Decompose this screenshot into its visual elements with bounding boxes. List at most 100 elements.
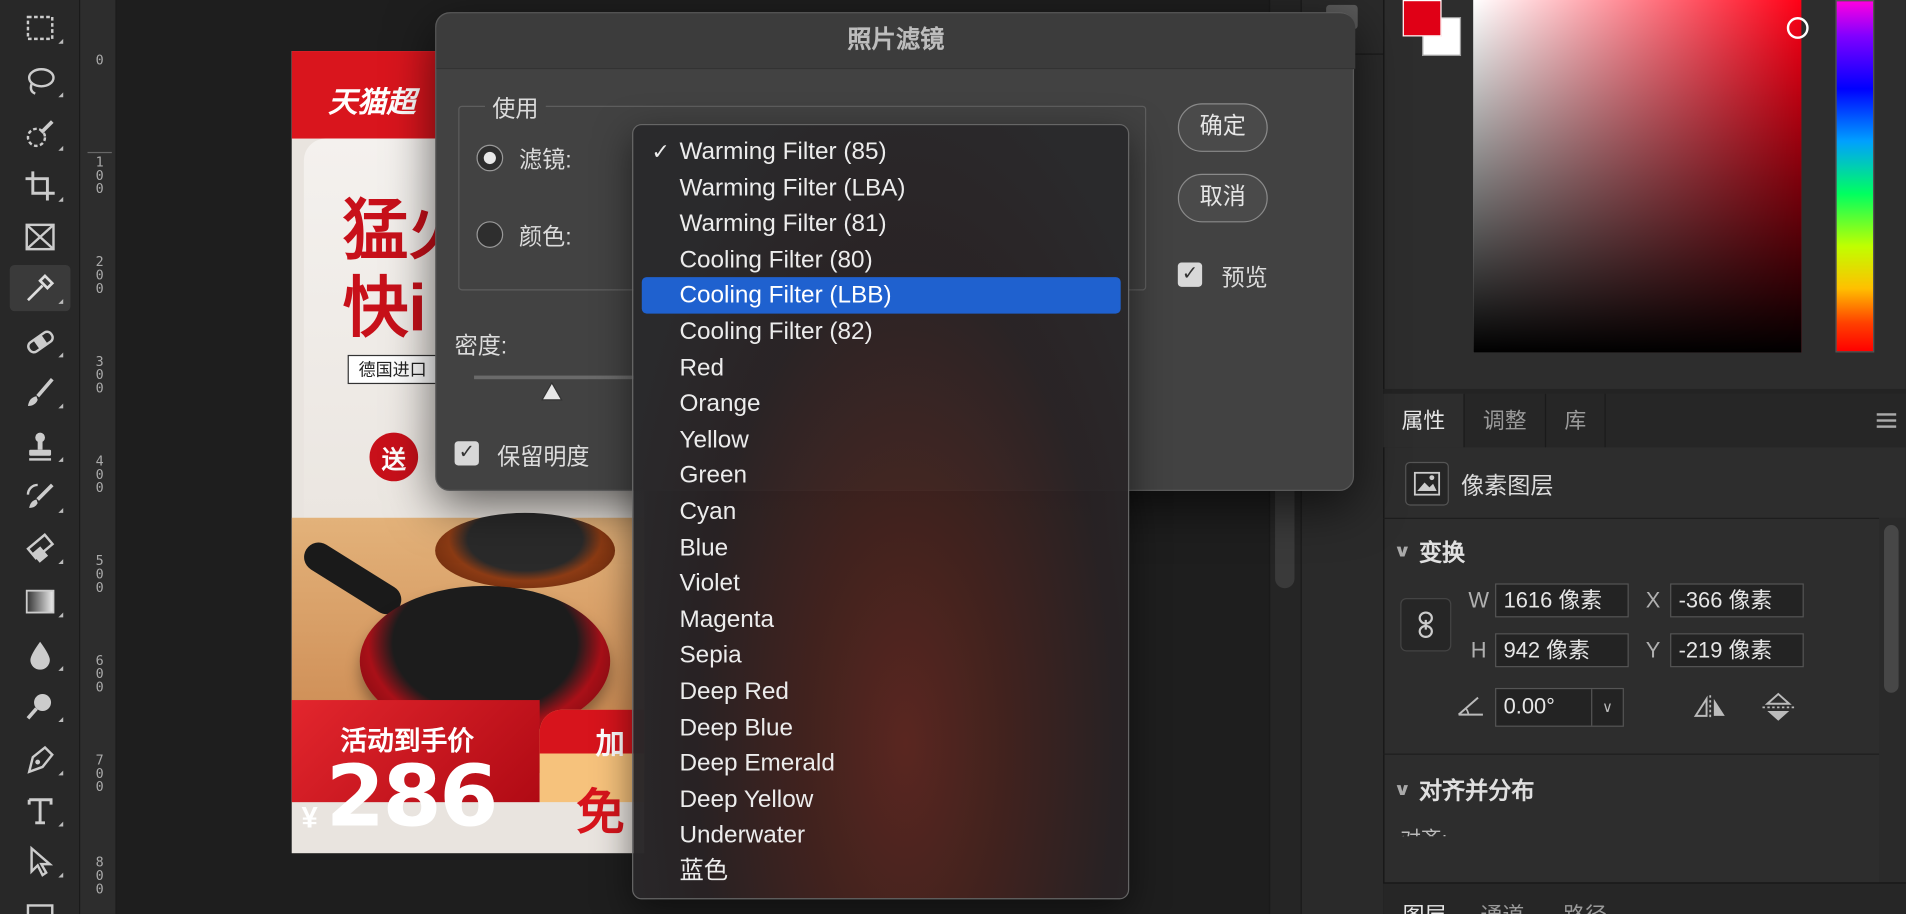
color-field[interactable] (1473, 0, 1809, 353)
foreground-color-swatch[interactable] (1402, 0, 1442, 37)
filter-menu-item-label: Red (679, 354, 725, 382)
ruler-mark: 7 0 0 (95, 752, 104, 795)
eyedropper-tool[interactable] (9, 264, 71, 312)
ok-button[interactable]: 确定 (1177, 103, 1268, 152)
layer-type-row: 像素图层 (1405, 459, 1553, 508)
preview-checkbox[interactable]: ✓ (1177, 262, 1203, 287)
filter-dropdown-menu: ✓ Warming Filter (85) Warming Filter (LBA)… (632, 123, 1130, 900)
dodge-icon (26, 693, 52, 720)
rectangle-tool[interactable] (10, 890, 71, 914)
properties-tabs: 属性 调整 库 (1383, 393, 1906, 448)
filter-menu-item[interactable]: Blue (642, 529, 1121, 565)
type-tool[interactable] (10, 788, 71, 834)
crop-icon (25, 171, 55, 201)
filter-menu-item-label: Underwater (679, 822, 806, 849)
color-radio[interactable] (476, 221, 504, 248)
filter-menu-item[interactable]: Sepia (642, 637, 1121, 673)
align-section-header[interactable]: ∨ 对齐并分布 (1393, 773, 1534, 806)
brand-text: 天猫超 (328, 85, 416, 120)
arrow-cursor-icon (30, 845, 54, 877)
slider-thumb-icon (541, 381, 564, 401)
filter-menu-item[interactable]: Warming Filter (81) (642, 206, 1121, 242)
filter-menu-item[interactable]: ✓ Warming Filter (85) (642, 134, 1121, 170)
panel-menu-icon[interactable] (1876, 413, 1897, 428)
preserve-luminosity-label: 保留明度 (497, 444, 590, 471)
gift-badge: 送 (369, 432, 419, 482)
preserve-luminosity-checkbox[interactable]: ✓ (454, 441, 479, 466)
flip-horizontal-icon[interactable] (1692, 693, 1728, 728)
width-field[interactable]: 1616 像素 (1495, 583, 1629, 618)
height-field[interactable]: 942 像素 (1495, 633, 1629, 668)
filter-menu-item[interactable]: Cooling Filter (82) (642, 314, 1121, 350)
filter-menu-item[interactable]: Green (642, 457, 1121, 493)
filter-menu-item-label: Warming Filter (LBA) (679, 174, 906, 202)
filter-menu-item[interactable]: Warming Filter (LBA) (642, 170, 1121, 206)
y-field[interactable]: -219 像素 (1670, 633, 1804, 668)
gradient-tool[interactable] (10, 579, 71, 625)
use-group-label: 使用 (484, 91, 546, 124)
flip-vertical-icon[interactable] (1760, 690, 1796, 730)
lasso-tool[interactable] (10, 58, 71, 104)
quick-selection-tool[interactable] (10, 112, 71, 158)
filter-menu-item[interactable]: Magenta (642, 601, 1121, 637)
filter-menu-item[interactable]: Deep Yellow (642, 781, 1121, 817)
filter-menu-item[interactable]: Underwater (642, 817, 1121, 853)
join-text: 加 (595, 728, 625, 761)
filter-menu-item[interactable]: Cooling Filter (80) (642, 242, 1121, 278)
eraser-tool[interactable] (10, 525, 71, 571)
filter-menu-item[interactable]: Deep Emerald (642, 745, 1121, 781)
ruler-mark: 5 0 0 (95, 553, 104, 596)
vertical-ruler: 0 1 0 0 2 0 0 3 0 0 4 0 0 5 0 0 6 0 0 7 … (80, 0, 117, 914)
history-brush-tool[interactable] (10, 474, 71, 520)
import-tag: 德国进口 (347, 354, 438, 385)
filter-menu-item[interactable]: Yellow (642, 421, 1121, 457)
filter-menu-item[interactable]: Cooling Filter (LBB) (641, 277, 1121, 315)
properties-scrollbar-thumb[interactable] (1884, 525, 1899, 693)
cancel-button[interactable]: 取消 (1177, 173, 1268, 223)
path-selection-tool[interactable] (10, 839, 71, 885)
clone-stamp-tool[interactable] (10, 423, 71, 469)
brush-tool[interactable] (10, 369, 71, 415)
tab-channels[interactable]: 通道 (1480, 898, 1524, 914)
properties-scrollbar[interactable] (1879, 517, 1906, 883)
pen-tool[interactable] (10, 737, 71, 783)
ruler-mark: 2 0 0 (95, 254, 104, 297)
filter-menu-item-label: Blue (679, 534, 729, 562)
ruler-mark: 4 0 0 (95, 453, 104, 496)
eyedropper-icon (27, 274, 55, 302)
filter-menu-item[interactable]: Cyan (642, 493, 1121, 529)
healing-brush-tool[interactable] (10, 318, 71, 364)
filter-menu-item-label: Cooling Filter (LBB) (679, 282, 892, 310)
rotation-angle-field[interactable]: 0.00° ∨ (1495, 687, 1624, 727)
x-field[interactable]: -366 像素 (1670, 583, 1804, 618)
tab-paths[interactable]: 路径 (1563, 898, 1607, 914)
filter-menu-item-label: Cooling Filter (80) (679, 246, 873, 274)
tab-properties[interactable]: 属性 (1383, 393, 1465, 448)
marquee-icon (26, 15, 54, 41)
tab-adjustments[interactable]: 调整 (1465, 393, 1547, 448)
filter-menu-item[interactable]: Violet (642, 565, 1121, 601)
tab-libraries[interactable]: 库 (1546, 393, 1606, 448)
filter-menu-item[interactable]: 蓝色 (642, 853, 1121, 889)
filter-menu-item[interactable]: Red (642, 350, 1121, 386)
filter-menu-item[interactable]: Orange (642, 386, 1121, 422)
tab-layers[interactable]: 图层 (1403, 898, 1447, 914)
filter-menu-item[interactable]: Deep Red (642, 673, 1121, 709)
dodge-tool[interactable] (10, 683, 71, 729)
currency-symbol: ¥ (301, 802, 318, 835)
width-label: W (1468, 588, 1489, 613)
crop-tool[interactable] (10, 163, 71, 209)
blur-tool[interactable] (10, 632, 71, 678)
chevron-down-icon[interactable]: ∨ (1591, 689, 1623, 726)
transform-section-header[interactable]: ∨ 变换 (1393, 535, 1465, 568)
filter-radio[interactable] (476, 144, 504, 172)
filter-menu-item[interactable]: Deep Blue (642, 709, 1121, 745)
filter-menu-item-label: Yellow (679, 426, 749, 454)
filter-menu-item-label: Orange (679, 390, 761, 418)
marquee-tool[interactable] (10, 5, 71, 51)
link-dimensions-button[interactable] (1400, 597, 1452, 652)
filter-label: 滤镜: (519, 148, 572, 174)
frame-tool[interactable] (10, 214, 71, 260)
color-picker-cursor[interactable] (1786, 17, 1809, 39)
hue-slider[interactable] (1835, 0, 1875, 353)
